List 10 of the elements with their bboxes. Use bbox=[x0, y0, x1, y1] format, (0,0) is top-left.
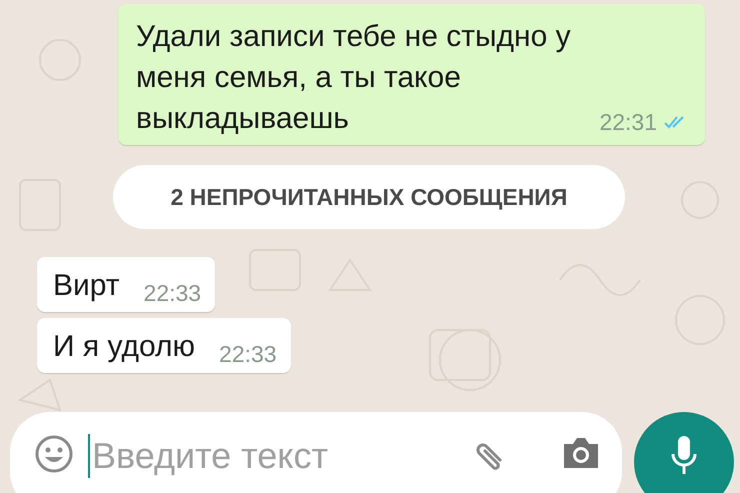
message-time: 22:31 bbox=[599, 109, 657, 135]
message-time: 22:33 bbox=[219, 341, 277, 367]
message-text: И я удолю bbox=[53, 329, 196, 365]
unread-banner: 2 НЕПРОЧИТАННЫХ СООБЩЕНИЯ bbox=[113, 165, 625, 229]
message-text: Вирт bbox=[53, 268, 120, 304]
emoji-icon[interactable] bbox=[34, 434, 74, 474]
message-text: Удали записи тебе не стыдно у меня семья, а ты такое выкладываешь bbox=[136, 19, 572, 137]
microphone-icon bbox=[669, 434, 699, 476]
composer-bar[interactable]: Введите текст bbox=[10, 412, 622, 493]
message-time: 22:33 bbox=[144, 280, 202, 306]
